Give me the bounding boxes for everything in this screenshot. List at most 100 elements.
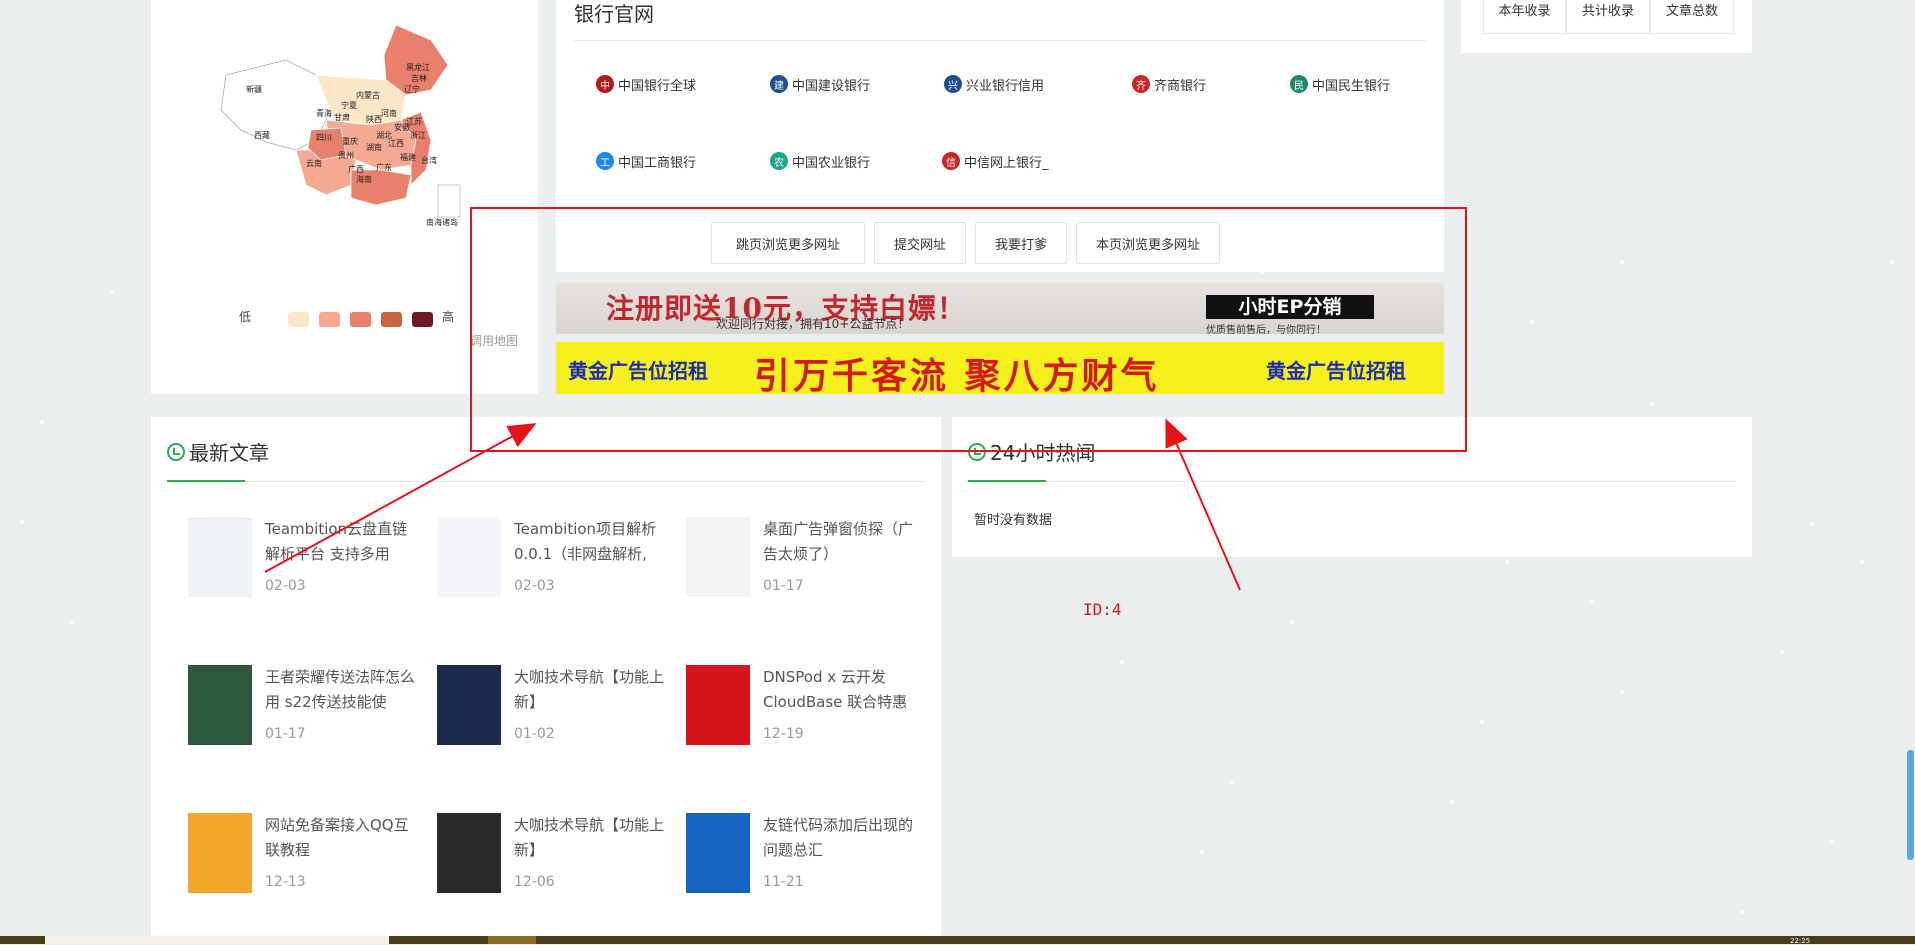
snowflake [1810,522,1814,526]
bank-link-icbc[interactable]: 工 中国工商银行 [596,149,696,173]
map-label-guangdong: 广东 [376,162,392,172]
article-date: 01-17 [763,578,804,594]
article-date: 02-03 [514,578,555,594]
article-thumbnail[interactable] [686,665,750,745]
article-title[interactable]: 大咖技术导航【功能上新】 [514,813,664,863]
bank-link-ccb[interactable]: 建 中国建设银行 [770,72,870,96]
map-label-xinjiang: 新疆 [246,84,262,94]
article-title[interactable]: Teambition云盘直链解析平台 支持多用 [265,517,415,567]
bank-link-qishang[interactable]: 齐 齐商银行 [1132,72,1206,96]
map-label-sichuan: 四川 [316,133,332,142]
legend-swatch-4[interactable] [381,312,402,327]
snowflake [1650,402,1654,406]
snowflake [1780,650,1784,654]
bank-label: 中国银行全球 [618,78,697,94]
map-south-sea-box [437,184,461,218]
divider [968,481,1736,482]
snowflake [1530,320,1534,324]
snowflake [1620,260,1624,264]
article-item[interactable]: 大咖技术导航【功能上新】 12-06 [437,813,677,903]
bank-link-abc[interactable]: 农 中国农业银行 [770,149,870,173]
qishang-icon: 齐 [1132,75,1150,93]
article-title[interactable]: Teambition项目解析0.0.1（非网盘解析, [514,517,664,567]
icbc-icon: 工 [596,152,614,170]
abc-icon: 农 [770,152,788,170]
snowflake [70,620,74,624]
article-title[interactable]: 友链代码添加后出现的问题总汇 [763,813,913,863]
map-label-nanhai: 南海诸岛 [426,217,458,227]
map-label-neimenggu: 内蒙古 [356,90,380,100]
article-title[interactable]: 网站免备案接入QQ互联教程 [265,813,415,863]
snowflake [1120,660,1124,664]
map-label-hainan: 海南 [356,174,372,184]
stats-card: 本年收录 共计收录 文章总数 [1461,0,1752,53]
snowflake [1450,800,1454,804]
section-accent [968,480,1046,482]
article-item[interactable]: 友链代码添加后出现的问题总汇 11-21 [686,813,926,903]
article-title[interactable]: DNSPod x 云开发 CloudBase 联合特惠 [763,665,913,715]
article-item[interactable]: Teambition项目解析0.0.1（非网盘解析, 02-03 [437,517,677,607]
stat-total-count: 共计收录 [1566,0,1650,34]
article-item[interactable]: 王者荣耀传送法阵怎么用 s22传送技能使 01-17 [188,665,428,755]
bank-link-boc[interactable]: 中 中国银行全球 [596,72,696,96]
snowflake [1740,910,1744,914]
map-label-heilongjiang: 黑龙江 [406,62,430,72]
article-thumbnail[interactable] [188,665,252,745]
map-label-hunan: 湖南 [366,142,382,152]
legend-swatch-3[interactable] [350,312,371,327]
article-item[interactable]: DNSPod x 云开发 CloudBase 联合特惠 12-19 [686,665,926,755]
map-label-jilin: 吉林 [411,73,427,83]
cib-icon: 兴 [944,75,962,93]
article-date: 01-02 [514,726,555,742]
map-label-gansu: 甘肃 [334,112,350,122]
map-label-chongqing: 重庆 [342,136,358,146]
bank-label: 中国工商银行 [618,155,697,171]
scrollbar-thumb[interactable] [1907,750,1914,860]
article-item[interactable]: 大咖技术导航【功能上新】 01-02 [437,665,677,755]
bank-link-cmbc[interactable]: 民 中国民生银行 [1290,72,1390,96]
bank-link-cib[interactable]: 兴 兴业银行信用 [944,72,1044,96]
snowflake [1505,560,1509,564]
article-thumbnail[interactable] [686,517,750,597]
bank-link-citic[interactable]: 信 中信网上银行_ [942,149,1049,173]
article-title[interactable]: 大咖技术导航【功能上新】 [514,665,664,715]
article-title[interactable]: 王者荣耀传送法阵怎么用 s22传送技能使 [265,665,415,715]
article-date: 12-13 [265,874,306,890]
article-date: 02-03 [265,578,306,594]
article-thumbnail[interactable] [437,665,501,745]
map-label-fujian: 福建 [400,152,416,162]
empty-state-text: 暂时没有数据 [974,513,1053,528]
map-label-jiangxi: 江西 [388,139,404,148]
article-thumbnail[interactable] [188,813,252,893]
legend-swatch-1[interactable] [288,312,309,327]
article-title[interactable]: 桌面广告弹窗侦探（广告太烦了） [763,517,913,567]
snowflake [20,520,24,524]
article-item[interactable]: 桌面广告弹窗侦探（广告太烦了） 01-17 [686,517,926,607]
taskbar-app-button[interactable] [488,936,536,944]
map-label-guizhou: 贵州 [338,150,354,160]
latest-section-title: 最新文章 [189,441,269,465]
map-label-shaanxi: 陕西 [366,114,382,124]
article-thumbnail[interactable] [686,813,750,893]
ccb-icon: 建 [770,75,788,93]
article-item[interactable]: Teambition云盘直链解析平台 支持多用 02-03 [188,517,428,607]
map-label-jiangsu: 江苏 [406,116,422,126]
taskbar-search-box[interactable] [45,936,389,944]
map-label-guangxi: 广西 [348,164,364,174]
article-thumbnail[interactable] [437,517,501,597]
legend-high-label: 高 [442,310,455,324]
cmbc-icon: 民 [1290,75,1308,93]
bank-label: 中信网上银行_ [964,155,1049,171]
article-thumbnail[interactable] [188,517,252,597]
legend-swatch-2[interactable] [319,312,340,327]
bank-label: 齐商银行 [1154,78,1207,94]
snowflake [110,290,114,294]
snowflake [1620,690,1624,694]
article-thumbnail[interactable] [437,813,501,893]
map-label-zhejiang: 浙江 [410,130,426,140]
article-item[interactable]: 网站免备案接入QQ互联教程 12-13 [188,813,428,903]
bank-label: 中国农业银行 [792,155,871,171]
snowflake [1590,600,1594,604]
article-date: 11-21 [763,874,804,890]
legend-swatch-5[interactable] [412,312,433,327]
